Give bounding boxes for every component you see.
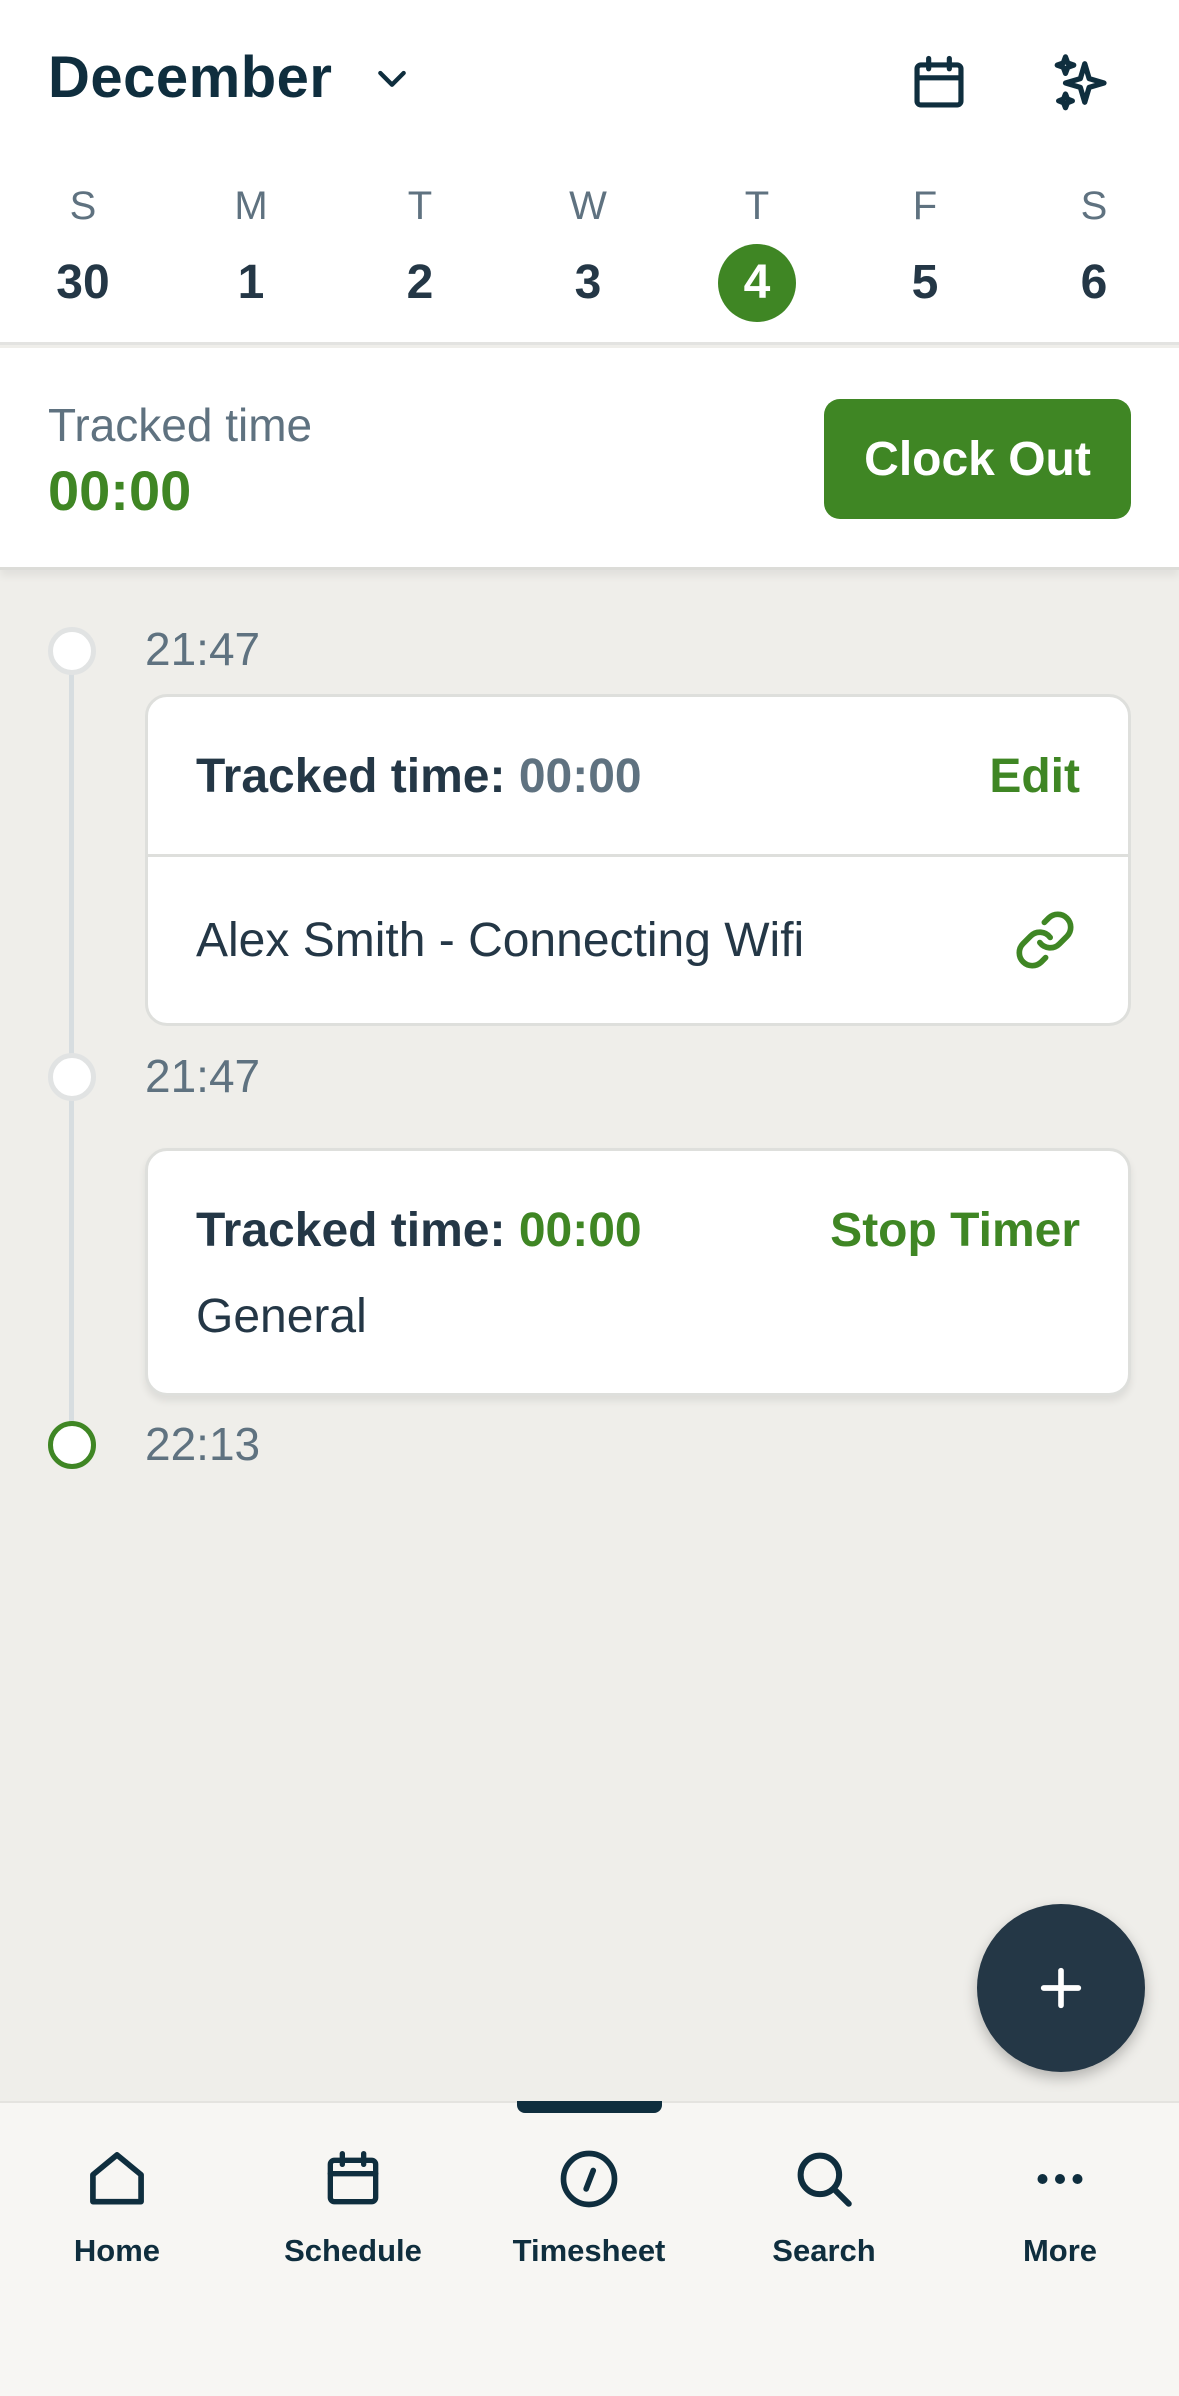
tracked-time-text: Tracked time: 00:00 xyxy=(196,749,642,804)
nav-label: More xyxy=(1022,2233,1098,2268)
nav-active-indicator xyxy=(517,2101,662,2113)
timeline-dot xyxy=(48,627,96,675)
entry-time: 21:47 xyxy=(145,623,261,675)
day-of-week: S xyxy=(1080,184,1108,228)
nav-item-timesheet[interactable]: Timesheet xyxy=(489,2143,689,2269)
day-number-selected[interactable]: 4 xyxy=(718,244,796,322)
month-title[interactable]: December xyxy=(48,44,332,111)
entry-job-row[interactable]: Alex Smith - Connecting Wifi xyxy=(148,857,1128,1023)
day-of-week: T xyxy=(407,184,433,228)
nav-item-more[interactable]: More xyxy=(960,2143,1160,2269)
tracked-time-label: Tracked time: xyxy=(196,750,506,803)
day-cell[interactable]: W 3 xyxy=(533,180,643,322)
timesheet-entry-card[interactable]: Tracked time: 00:00 Edit Alex Smith - Co… xyxy=(145,694,1131,1026)
day-cell[interactable]: F 5 xyxy=(870,180,980,322)
link-icon[interactable] xyxy=(1014,909,1076,971)
calendar-icon[interactable] xyxy=(904,48,974,118)
tracked-time-value: 00:00 xyxy=(518,1204,642,1257)
tracked-time-label: Tracked time: xyxy=(196,1204,506,1257)
timesheet-icon xyxy=(553,2143,625,2215)
day-cell[interactable]: S 6 xyxy=(1039,180,1149,322)
day-number[interactable]: 3 xyxy=(549,244,627,322)
week-strip: S 30 M 1 T 2 W 3 T 4 F 5 S 6 xyxy=(0,180,1179,322)
entry-header: Tracked time: 00:00 Edit xyxy=(148,697,1128,857)
search-icon xyxy=(788,2143,860,2215)
add-button[interactable] xyxy=(977,1904,1145,2072)
nav-label: Search xyxy=(772,2233,876,2268)
day-of-week: T xyxy=(744,184,770,228)
day-cell[interactable]: T 2 xyxy=(365,180,475,322)
calendar-header: December S 30 M 1 T 2 W 3 T 4 F 5 S 6 xyxy=(0,0,1179,345)
day-of-week: S xyxy=(69,184,97,228)
active-timer-card[interactable]: Tracked time: 00:00 Stop Timer General xyxy=(145,1148,1131,1396)
nav-item-home[interactable]: Home xyxy=(17,2143,217,2269)
timeline-dot xyxy=(48,1053,96,1101)
chevron-down-icon[interactable] xyxy=(370,56,414,100)
timeline-dot-current xyxy=(48,1421,96,1469)
nav-item-search[interactable]: Search xyxy=(724,2143,924,2269)
job-title[interactable]: Alex Smith - Connecting Wifi xyxy=(196,913,804,968)
nav-label: Home xyxy=(73,2233,161,2268)
edit-button[interactable]: Edit xyxy=(989,749,1080,804)
stop-timer-button[interactable]: Stop Timer xyxy=(830,1203,1080,1258)
day-number[interactable]: 30 xyxy=(44,244,122,322)
day-number[interactable]: 5 xyxy=(886,244,964,322)
job-title: General xyxy=(196,1290,367,1343)
calendar-icon xyxy=(317,2143,389,2215)
day-cell[interactable]: M 1 xyxy=(196,180,306,322)
day-cell[interactable]: S 30 xyxy=(28,180,138,322)
day-cell-selected[interactable]: T 4 xyxy=(702,180,812,322)
month-selector[interactable]: December xyxy=(48,44,414,111)
day-number[interactable]: 1 xyxy=(212,244,290,322)
day-of-week: M xyxy=(234,184,268,228)
nav-label: Schedule xyxy=(284,2233,422,2268)
bottom-nav: Home Schedule Timesheet Search More xyxy=(0,2101,1179,2396)
entry-time: 21:47 xyxy=(145,1050,261,1102)
tracked-time-value: 00:00 xyxy=(48,459,192,522)
day-number[interactable]: 2 xyxy=(381,244,459,322)
timeline-line xyxy=(69,650,74,1445)
tracked-time-text: Tracked time: 00:00 xyxy=(196,1203,642,1258)
sparkles-icon[interactable] xyxy=(1047,48,1117,118)
day-of-week: W xyxy=(569,184,607,228)
home-icon xyxy=(81,2143,153,2215)
clock-out-button[interactable]: Clock Out xyxy=(824,399,1131,519)
nav-item-schedule[interactable]: Schedule xyxy=(253,2143,453,2269)
tracked-time-bar: Tracked time 00:00 Clock Out xyxy=(0,348,1179,570)
nav-label: Timesheet xyxy=(512,2233,666,2268)
end-time: 22:13 xyxy=(145,1418,261,1470)
day-of-week: F xyxy=(912,184,938,228)
tracked-time-value: 00:00 xyxy=(518,750,642,803)
tracked-time-label: Tracked time xyxy=(48,399,313,451)
day-number[interactable]: 6 xyxy=(1055,244,1133,322)
plus-icon xyxy=(1040,1967,1082,2009)
more-icon xyxy=(1024,2143,1096,2215)
